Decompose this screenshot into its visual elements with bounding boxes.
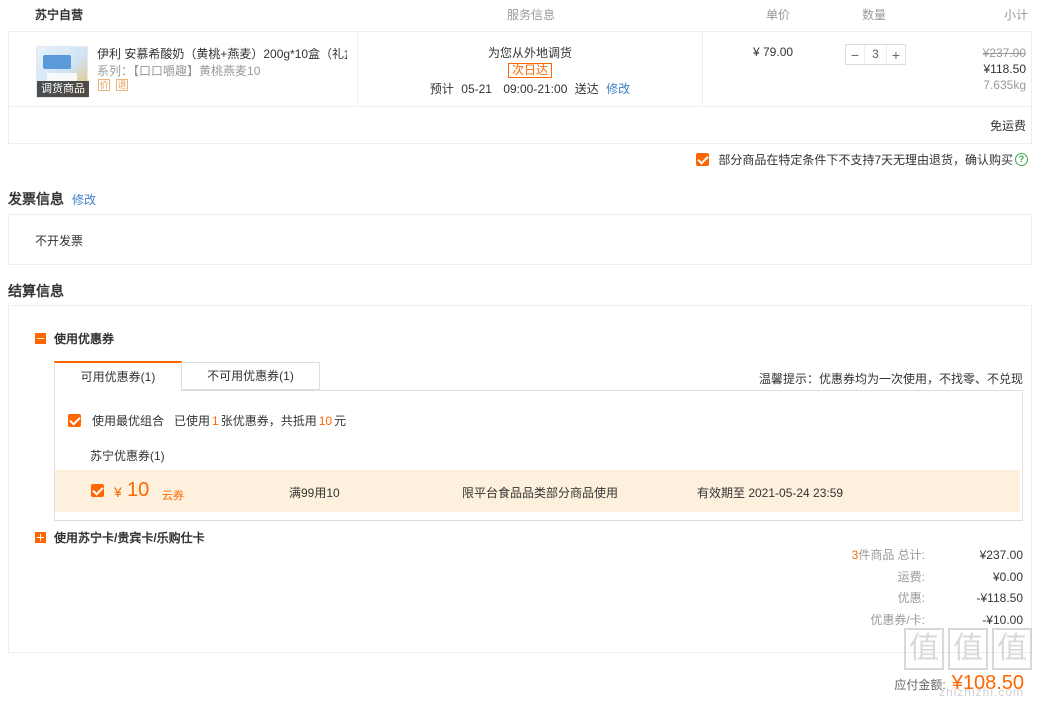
eta-modify-link[interactable]: 修改 (606, 82, 630, 96)
original-subtotal: ¥237.00 (982, 46, 1026, 60)
expand-icon[interactable] (35, 532, 46, 543)
coupon-panel: 使用最优组合 已使用 1 张优惠券，共抵用 10 元 苏宁优惠券(1) ¥ 10… (54, 390, 1023, 521)
best-combo-row: 使用最优组合 已使用 1 张优惠券，共抵用 10 元 (68, 412, 346, 429)
confirm-checkbox[interactable] (696, 153, 710, 166)
eta-time: 09:00-21:00 (503, 82, 568, 96)
summary-count-label: 3件商品 总计: (852, 545, 925, 567)
best-combo-checkbox[interactable] (68, 414, 81, 427)
notice-text: 部分商品在特定条件下不支持7天无理由退货，确认购买 (718, 153, 1013, 167)
summary-total-row: 3件商品 总计: ¥237.00 (803, 545, 1023, 567)
summary-freight-label: 运费: (897, 569, 925, 584)
coupon-type: 云券 (162, 490, 184, 502)
card-section-toggle[interactable]: 使用苏宁卡/贵宾卡/乐购仕卡 (35, 529, 205, 546)
coupon-scope: 限平台食品品类部分商品使用 (462, 486, 619, 500)
coupon-section-label: 使用优惠券 (54, 332, 115, 346)
col-service: 服务信息 (507, 8, 556, 22)
service-divider-right (702, 32, 703, 106)
invoice-title: 发票信息 (8, 191, 64, 207)
product-name-link[interactable]: 伊利 安慕希酸奶（黄桃+燕麦）200g*10盒（礼盒装… (97, 45, 347, 62)
col-qty: 数量 (862, 8, 887, 22)
col-price: 单价 (766, 8, 791, 22)
eta-suffix: 送达 (574, 82, 599, 96)
invoice-value: 不开发票 (35, 234, 84, 248)
subtotal: ¥118.50 (983, 62, 1027, 76)
return-icon[interactable]: 退 (116, 79, 128, 91)
coupon-group-name: 苏宁优惠券(1) (90, 449, 165, 463)
coupon-amount: 10 (127, 479, 150, 501)
price-protect-icon[interactable]: 价 (98, 79, 110, 91)
series-value: 【口口嚼趣】黄桃燕麦10 (133, 64, 261, 78)
help-icon[interactable]: ? (1015, 153, 1028, 166)
tab-usable-label: 可用优惠券(1) (80, 370, 156, 384)
coupon-currency: ¥ (114, 484, 122, 500)
coupon-hint: 温馨提示：优惠券均为一次使用，不找零、不兑现 (758, 372, 1023, 386)
qty-decrease-button[interactable]: − (846, 47, 864, 63)
summary-count-text: 件商品 总计: (858, 548, 925, 562)
product-tags: 价 退 (98, 79, 128, 91)
coupon-condition: 满99用10 (289, 486, 340, 500)
watermark-glyph-2: 值 (948, 628, 988, 670)
watermark-logo: 值 值 值 (904, 628, 1032, 670)
eta-prefix: 预计 (429, 82, 454, 96)
coupon-section-toggle[interactable]: 使用优惠券 (35, 330, 114, 347)
summary-total: ¥237.00 (979, 548, 1023, 562)
unit-price: ¥ 79.00 (753, 45, 794, 59)
next-day-badge: 次日达 (507, 63, 552, 78)
product-weight: 7.635kg (983, 78, 1026, 92)
delivery-eta: 预计 05-21 09:00-21:00 送达 修改 (358, 80, 702, 97)
coupon-expiry: 有效期至 2021-05-24 23:59 (697, 486, 844, 500)
used-mid: 张优惠券，共抵用 (220, 414, 317, 428)
tab-unusable-label: 不可用优惠券(1) (207, 369, 294, 383)
summary-discount: -¥118.50 (976, 591, 1023, 605)
tab-unusable-coupons[interactable]: 不可用优惠券(1) (182, 362, 320, 390)
product-series: 系列：【口口嚼趣】黄桃燕麦10 (97, 62, 260, 79)
subtotal-block: ¥237.00 ¥118.50 7.635kg (983, 45, 1026, 93)
qty-value[interactable]: 3 (864, 45, 887, 64)
watermark-domain: zhizhizhi.com (938, 685, 1024, 699)
qty-increase-button[interactable]: + (887, 47, 905, 63)
summary-freight-row: 运费: ¥0.00 (803, 567, 1023, 589)
eta-date: 05-21 (461, 82, 492, 96)
cart-header: 苏宁自营 服务信息 单价 数量 小计 (8, 0, 1032, 32)
used-count: 1 (212, 413, 219, 428)
shipping-row: 免运费 (8, 107, 1032, 144)
summary-discount-label: 优惠: (897, 591, 925, 605)
service-info: 为您从外地调货 次日达 预计 05-21 09:00-21:00 送达 修改 (358, 44, 702, 97)
used-amount: 10 (318, 413, 333, 428)
quantity-stepper: − 3 + (845, 44, 906, 65)
product-row: 调货商品 伊利 安慕希酸奶（黄桃+燕麦）200g*10盒（礼盒装… 系列：【口口… (8, 32, 1032, 107)
collapse-icon[interactable] (35, 333, 46, 344)
settlement-title: 结算信息 (8, 283, 64, 299)
watermark-glyph-3: 值 (992, 628, 1032, 670)
summary-discount-row: 优惠: -¥118.50 (803, 588, 1023, 610)
coupon-item[interactable]: ¥ 10 云券 满99用10 限平台食品品类部分商品使用 有效期至 2021-0… (55, 470, 1020, 512)
free-shipping: 免运费 (989, 119, 1026, 133)
tab-usable-coupons[interactable]: 可用优惠券(1) (54, 361, 182, 391)
coupon-checkbox[interactable] (91, 484, 104, 497)
transfer-badge: 调货商品 (37, 81, 89, 97)
used-prefix: 已使用 (174, 414, 211, 428)
return-notice: 部分商品在特定条件下不支持7天无理由退货，确认购买 ? (696, 151, 1028, 168)
service-line: 为您从外地调货 (487, 46, 572, 60)
col-subtotal: 小计 (1004, 8, 1029, 22)
series-label: 系列： (97, 64, 134, 78)
invoice-modify-link[interactable]: 修改 (72, 191, 96, 208)
order-summary: 3件商品 总计: ¥237.00 运费: ¥0.00 优惠: -¥118.50 … (803, 545, 1023, 631)
invoice-section-title: 发票信息 修改 (8, 189, 96, 209)
card-section-label: 使用苏宁卡/贵宾卡/乐购仕卡 (54, 531, 205, 545)
summary-freight: ¥0.00 (992, 569, 1023, 584)
invoice-box: 不开发票 (8, 214, 1032, 265)
store-name: 苏宁自营 (35, 8, 84, 22)
best-combo-label: 使用最优组合 (92, 414, 165, 428)
used-suffix: 元 (334, 414, 347, 428)
watermark-glyph-1: 值 (904, 628, 944, 670)
